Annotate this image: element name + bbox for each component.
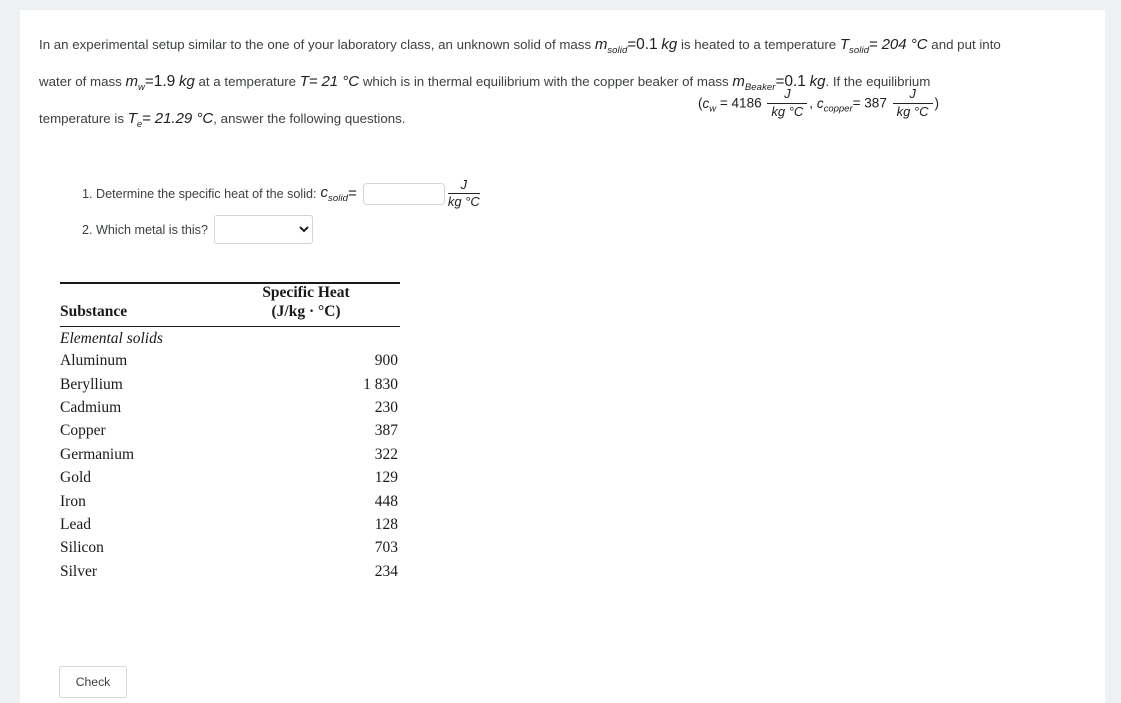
substance-name: Copper	[60, 422, 106, 440]
substance-specific-heat: 900	[374, 352, 398, 370]
table-row: Lead 128	[60, 513, 400, 536]
column-header-specific-heat-line2: (J/kg · °C)	[271, 302, 341, 320]
m-water-unit: kg	[178, 73, 195, 90]
substance-specific-heat: 230	[374, 399, 398, 416]
substance-specific-heat: 322	[374, 445, 398, 463]
table-row: Silver 234	[60, 560, 400, 583]
table-row: Beryllium 1 830	[60, 373, 400, 396]
problem-line-2-text-c: which is in thermal equilibrium with the…	[362, 74, 729, 89]
substance-specific-heat: 128	[374, 516, 398, 534]
cw-unit-numerator: J	[767, 86, 808, 104]
substance-specific-heat: 234	[374, 562, 398, 580]
ccopper-unit-fraction: J kg °C	[892, 86, 933, 119]
te-equals: =	[142, 110, 152, 127]
table-row: Germanium 322	[60, 443, 400, 466]
t-solid-symbol: Tsolid	[839, 36, 870, 56]
m-water-value: 1.9	[153, 73, 176, 90]
constants-separator: ,	[809, 95, 814, 111]
column-header-specific-heat-line1: Specific Heat	[262, 284, 350, 301]
substance-name: Iron	[60, 492, 86, 510]
m-solid-equals: =	[627, 36, 637, 53]
ccopper-symbol: ccopper	[816, 95, 853, 115]
m-solid-value: 0.1	[636, 36, 658, 53]
t-value: 21 °C	[321, 73, 360, 90]
assignment-page: In an experimental setup similar to the …	[20, 10, 1105, 703]
question-2: 2. Which metal is this? AluminumBerylliu…	[82, 215, 313, 244]
substance-name: Silicon	[60, 539, 104, 557]
cw-value: 4186	[731, 95, 762, 111]
q1-unit-numerator: J	[447, 177, 480, 195]
ccopper-unit-numerator: J	[892, 86, 933, 104]
substance-specific-heat: 129	[374, 469, 398, 487]
substance-specific-heat: 1 830	[363, 375, 398, 393]
m-solid-symbol: msolid	[594, 36, 628, 56]
specific-heat-table: Substance Specific Heat (J/kg · °C) Elem…	[60, 282, 400, 583]
substance-name: Beryllium	[60, 375, 123, 393]
question-2-label: 2. Which metal is this?	[82, 222, 208, 237]
substance-name: Lead	[60, 516, 91, 534]
table-row: Silicon 703	[60, 536, 400, 559]
c-solid-equals: =	[348, 185, 357, 203]
c-solid-symbol: csolid	[320, 183, 349, 204]
table-header-row: Substance Specific Heat (J/kg · °C)	[60, 284, 400, 327]
table-group-label: Elemental solids	[60, 330, 163, 348]
ccopper-equals: =	[852, 95, 861, 111]
problem-line-3-text-a: temperature is	[39, 111, 124, 126]
substance-specific-heat: 387	[374, 422, 398, 440]
m-water-symbol: mw	[125, 73, 145, 93]
t-solid-value: 204 °C	[881, 36, 928, 53]
cw-unit-fraction: J kg °C	[767, 86, 808, 119]
problem-line-1-text-b: is heated to a temperature	[680, 37, 837, 52]
question-1: 1. Determine the specific heat of the so…	[82, 177, 480, 210]
table-row: Copper 387	[60, 419, 400, 442]
given-constants: (cw = 4186 J kg °C , ccopper= 387 J kg °…	[698, 86, 940, 120]
t-equals: =	[308, 73, 318, 90]
substance-specific-heat: 448	[374, 492, 398, 510]
column-header-substance: Substance	[60, 302, 128, 320]
table-body: Aluminum 900 Beryllium 1 830 Cadmium 230 Coppe…	[60, 349, 400, 583]
problem-line-2-text-a: water of mass	[39, 74, 122, 89]
problem-statement: In an experimental setup similar to the …	[39, 29, 1089, 140]
substance-name: Cadmium	[60, 399, 122, 416]
t-symbol: T	[299, 73, 309, 90]
table-row: Cadmium 230	[60, 396, 400, 419]
substance-specific-heat: 703	[374, 539, 398, 557]
m-solid-unit: kg	[661, 36, 678, 53]
check-button[interactable]: Check	[59, 666, 127, 698]
table-row: Gold 129	[60, 466, 400, 489]
ccopper-unit-denominator: kg °C	[896, 103, 929, 119]
substance-name: Gold	[60, 469, 91, 487]
cw-unit-denominator: kg °C	[771, 103, 804, 119]
substance-name: Silver	[60, 562, 98, 580]
problem-line-1: In an experimental setup similar to the …	[39, 29, 1089, 66]
substance-name: Germanium	[60, 445, 135, 463]
t-solid-equals: =	[869, 36, 878, 53]
problem-line-1-text-c: and put into	[931, 37, 1001, 52]
m-water-equals: =	[144, 73, 154, 90]
q1-unit-fraction: J kg °C	[447, 177, 480, 210]
problem-line-3-text-b: , answer the following questions.	[213, 111, 406, 126]
q1-unit-denominator: kg °C	[447, 194, 480, 210]
table-group-label-row: Elemental solids	[60, 327, 400, 349]
ccopper-value: 387	[864, 95, 887, 111]
cw-equals: =	[719, 95, 728, 111]
problem-line-1-text-a: In an experimental setup similar to the …	[39, 37, 592, 52]
cw-symbol: cw	[702, 95, 717, 115]
constants-close-paren: )	[934, 95, 940, 111]
specific-heat-input[interactable]	[362, 182, 445, 205]
te-symbol: Te	[127, 110, 143, 130]
table-row: Iron 448	[60, 490, 400, 513]
column-header-specific-heat: Specific Heat (J/kg · °C)	[214, 284, 400, 327]
table-row: Aluminum 900	[60, 349, 400, 372]
metal-select[interactable]: AluminumBerylliumCadmiumCopperGermaniumG…	[213, 215, 313, 244]
problem-line-2-text-b: at a temperature	[198, 74, 297, 89]
question-1-label: 1. Determine the specific heat of the so…	[82, 186, 317, 201]
substance-name: Aluminum	[60, 352, 128, 370]
te-value: 21.29 °C	[154, 110, 214, 127]
